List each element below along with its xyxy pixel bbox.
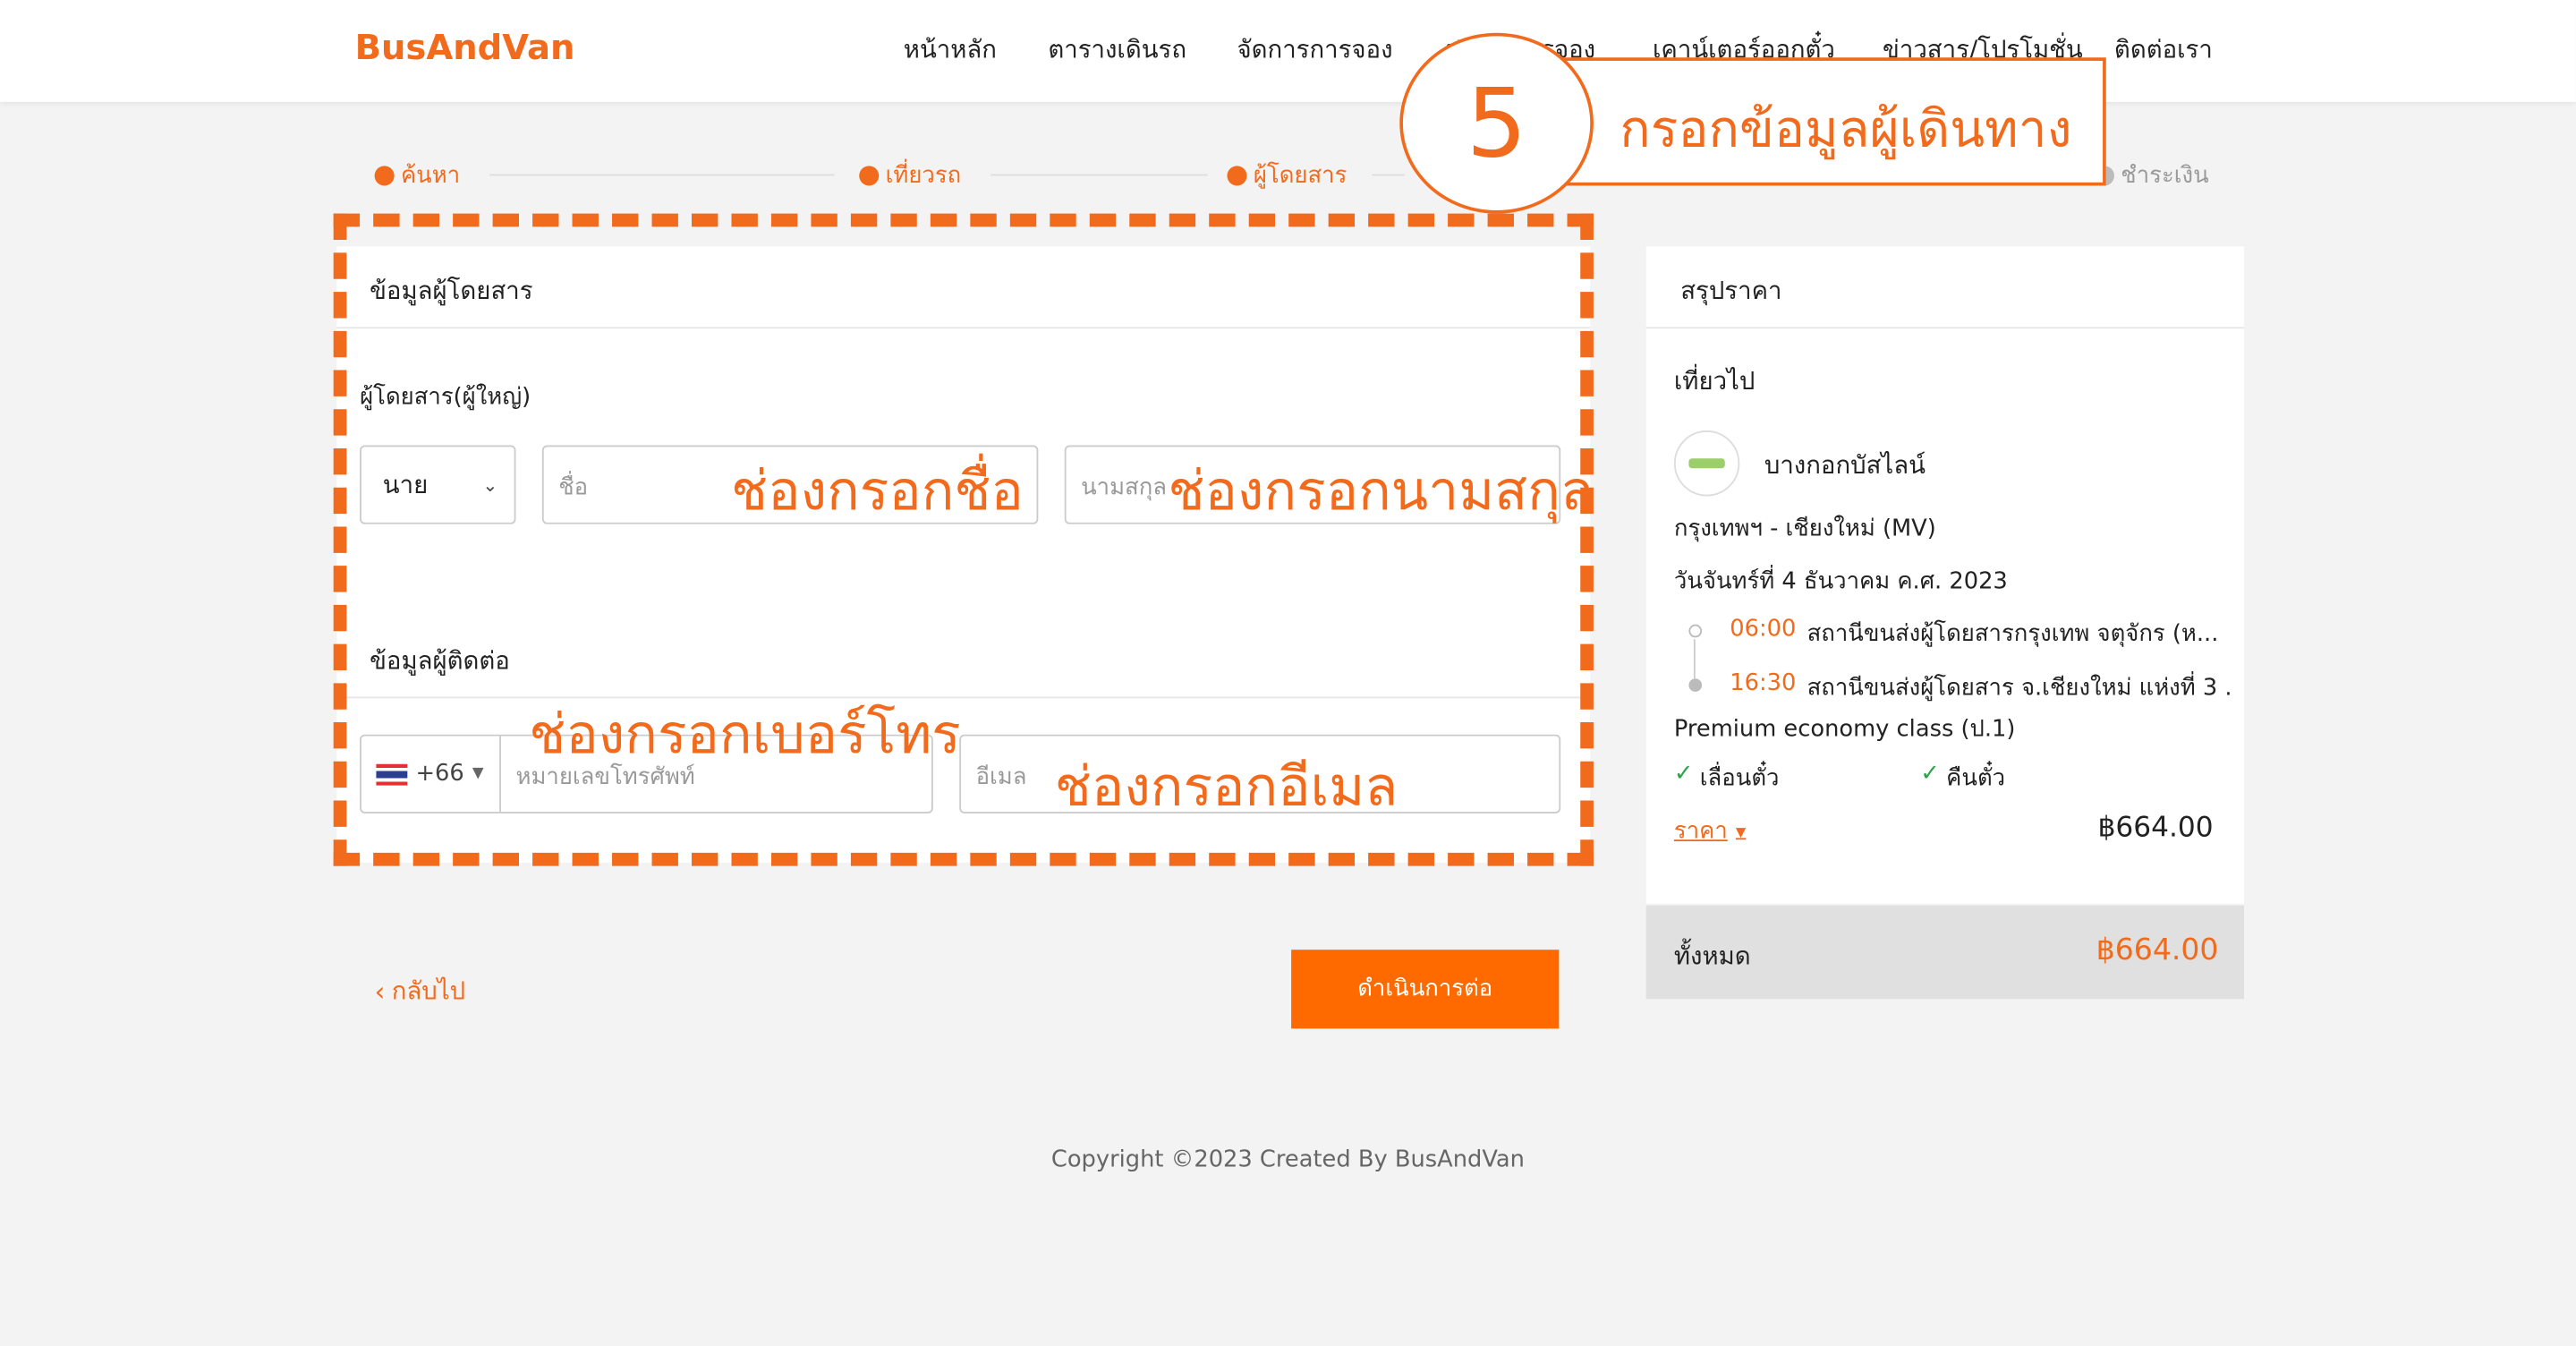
step-passenger: ผู้โดยสาร — [1227, 158, 1347, 193]
chevron-left-icon: ‹ — [374, 975, 386, 1007]
caret-down-icon: ▼ — [1735, 823, 1747, 839]
trip-label: เที่ยวไป — [1673, 366, 1756, 396]
stepper-line — [990, 174, 1208, 176]
page: BusAndVan หน้าหลัก ตารางเดินรถ จัดการการ… — [0, 0, 2576, 1346]
copyright-text: Copyright ©2023 Created By BusAndVan — [1050, 1146, 1525, 1173]
timeline-end-dot — [1688, 678, 1703, 692]
stepper-line — [1372, 174, 1405, 176]
depart-time: 06:00 — [1730, 616, 1797, 643]
callout-banner: กรอกข้อมูลผู้เดินทาง — [1531, 57, 2106, 186]
step-trip: เที่ยวรถ — [859, 158, 961, 193]
timeline-line — [1693, 639, 1696, 679]
feature-change-ticket: ✓ เลื่อนตั๋ว — [1674, 761, 1780, 797]
step-dot — [859, 166, 880, 186]
travel-date: วันจันทร์ที่ 4 ธันวาคม ค.ศ. 2023 — [1673, 568, 2008, 595]
check-icon: ✓ — [1673, 761, 1694, 788]
operator-logo — [1673, 430, 1740, 497]
brand-logo[interactable]: BusAndVan — [355, 28, 575, 67]
feature-refund-ticket: ✓ คืนตั๋ว — [1920, 761, 2005, 797]
timeline-start-dot — [1688, 624, 1703, 638]
stepper-line — [489, 174, 835, 176]
arrive-time: 16:30 — [1730, 670, 1797, 697]
arrive-station: สถานีขนส่งผู้โดยสาร จ.เชียงใหม่ แห่งที่ … — [1807, 675, 2232, 702]
bus-icon — [1688, 458, 1725, 469]
total-value: ฿664.00 — [2096, 933, 2219, 968]
price-value: ฿664.00 — [2097, 811, 2214, 845]
nav-manage-booking[interactable]: จัดการการจอง — [1237, 30, 1393, 69]
nav-schedule[interactable]: ตารางเดินรถ — [1048, 30, 1186, 69]
step-dot — [1227, 166, 1247, 186]
nav-contact[interactable]: ติดต่อเรา — [2114, 30, 2213, 69]
depart-station: สถานีขนส่งผู้โดยสารกรุงเทพ จตุจักร (ห... — [1807, 621, 2219, 648]
next-button[interactable]: ดำเนินการต่อ — [1291, 950, 1560, 1029]
summary-title: สรุปราคา — [1680, 276, 1782, 306]
total-label: ทั้งหมด — [1673, 941, 1751, 972]
callout-text: กรอกข้อมูลผู้เดินทาง — [1620, 99, 2072, 160]
check-icon: ✓ — [1920, 761, 1940, 788]
divider — [1645, 327, 2244, 329]
nav-home[interactable]: หน้าหลัก — [904, 30, 997, 69]
step-search: ค้นหา — [374, 158, 460, 193]
step-payment: ชำระเงิน — [2094, 158, 2209, 193]
highlight-dashed-box — [333, 213, 1594, 866]
callout-step-number: 5 — [1399, 32, 1594, 214]
operator-name: บางกอกบัสไลน์ — [1764, 450, 1926, 481]
step-dot — [374, 166, 395, 186]
price-breakdown-toggle[interactable]: ราคา ▼ — [1674, 814, 1746, 849]
seat-class: Premium economy class (ป.1) — [1673, 716, 2016, 743]
back-link[interactable]: ‹ กลับไป — [375, 971, 465, 1010]
route: กรุงเทพฯ - เชียงใหม่ (MV) — [1673, 515, 1936, 542]
